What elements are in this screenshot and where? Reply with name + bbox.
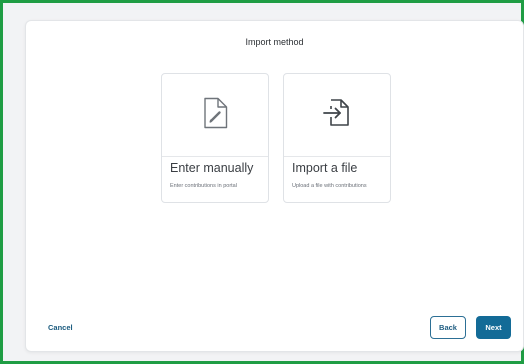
card-divider (162, 156, 268, 157)
cancel-button[interactable]: Cancel (48, 323, 73, 332)
edit-document-icon (202, 97, 228, 134)
option-description: Upload a file with contributions (292, 183, 367, 189)
option-card-enter-manually[interactable]: Enter manually Enter contributions in po… (161, 73, 269, 203)
file-import-icon (322, 98, 352, 133)
option-title: Import a file (292, 161, 358, 175)
option-title: Enter manually (170, 161, 254, 175)
screenshot-frame: Import method Enter manually Enter contr… (0, 0, 524, 364)
dialog-title: Import method (245, 37, 304, 47)
import-method-dialog: Import method Enter manually Enter contr… (25, 20, 524, 352)
back-button[interactable]: Back (430, 316, 466, 339)
card-divider (284, 156, 390, 157)
option-card-import-file[interactable]: Import a file Upload a file with contrib… (283, 73, 391, 203)
option-description: Enter contributions in portal (170, 183, 237, 189)
next-button[interactable]: Next (476, 316, 511, 339)
